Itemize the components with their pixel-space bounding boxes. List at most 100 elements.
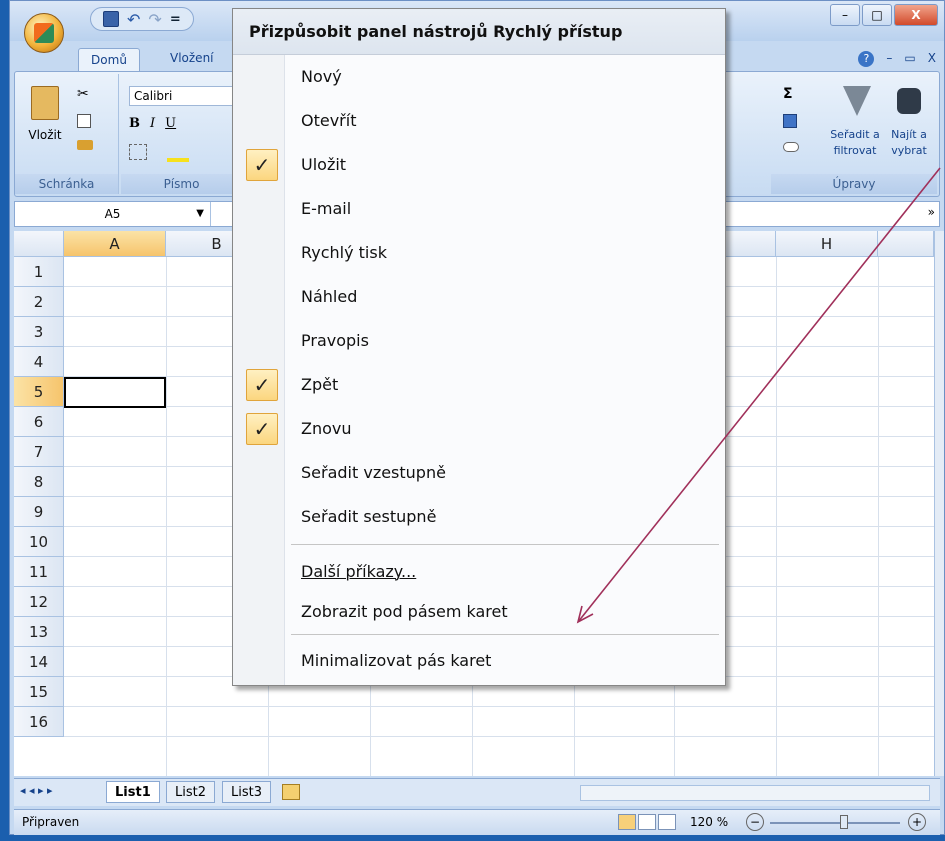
binoculars-icon — [897, 88, 921, 114]
row-header[interactable]: 3 — [14, 317, 64, 347]
menu-item[interactable]: Seřadit vzestupně — [233, 453, 725, 493]
redo-icon[interactable]: ↷ — [148, 10, 161, 29]
sheet-tab-list1[interactable]: List1 — [106, 781, 160, 803]
view-buttons — [618, 814, 676, 830]
insert-sheet-icon[interactable] — [282, 784, 300, 800]
help-icon[interactable]: ? — [858, 51, 875, 67]
font-name-box[interactable]: Calibri — [129, 86, 239, 106]
menu-item[interactable]: Rychlý tisk — [233, 233, 725, 273]
sheet-nav-buttons[interactable]: ◂ ◂ ▸ ▸ — [20, 784, 53, 797]
row-header[interactable]: 14 — [14, 647, 64, 677]
zoom-slider[interactable] — [770, 822, 900, 824]
menu-item[interactable]: ✓ Znovu — [233, 409, 725, 449]
zoom-out-button[interactable]: − — [746, 813, 764, 831]
maximize-button[interactable]: □ — [862, 4, 892, 26]
bold-button[interactable]: B — [129, 116, 140, 131]
menu-item[interactable]: Otevřít — [233, 101, 725, 141]
menu-item-label: Nový — [301, 67, 342, 86]
row-header[interactable]: 10 — [14, 527, 64, 557]
gridline — [776, 257, 777, 776]
customize-qat-button[interactable]: = — [170, 12, 181, 27]
menu-item-minimize-ribbon[interactable]: Minimalizovat pás karet — [233, 641, 725, 681]
row-header[interactable]: 11 — [14, 557, 64, 587]
menu-item-label: Minimalizovat pás karet — [301, 651, 492, 670]
italic-button[interactable]: I — [150, 116, 155, 131]
row-header[interactable]: 16 — [14, 707, 64, 737]
menu-item-label: Zpět — [301, 375, 339, 394]
sheet-tab-bar: ◂ ◂ ▸ ▸ List1 List2 List3 — [14, 778, 940, 806]
row-header[interactable]: 15 — [14, 677, 64, 707]
menu-item[interactable]: ✓ Zpět — [233, 365, 725, 405]
workbook-minimize-button[interactable]: – — [886, 51, 892, 67]
name-box[interactable]: A5 ▼ — [15, 202, 211, 226]
format-painter-icon[interactable] — [77, 140, 93, 150]
minimize-button[interactable]: – — [830, 4, 860, 26]
expand-formula-icon[interactable]: » — [928, 205, 935, 219]
row-header[interactable]: 9 — [14, 497, 64, 527]
row-header[interactable]: 13 — [14, 617, 64, 647]
office-button[interactable] — [24, 13, 64, 53]
menu-item[interactable]: Seřadit sestupně — [233, 497, 725, 537]
menu-item-more-commands[interactable]: Další příkazy... — [233, 552, 725, 592]
row-header[interactable]: 8 — [14, 467, 64, 497]
underline-button[interactable]: U — [165, 116, 176, 131]
zoom-level[interactable]: 120 % — [690, 815, 728, 829]
close-button[interactable]: X — [894, 4, 938, 26]
row-header[interactable]: 12 — [14, 587, 64, 617]
menu-item[interactable]: ✓ Uložit — [233, 145, 725, 185]
copy-icon[interactable] — [77, 114, 91, 128]
cut-icon[interactable]: ✂ — [77, 86, 89, 102]
checkmark-icon: ✓ — [246, 149, 278, 181]
active-cell[interactable] — [64, 377, 166, 408]
fill-icon[interactable] — [783, 114, 797, 128]
name-box-dropdown-icon[interactable]: ▼ — [196, 202, 204, 226]
sheet-tab-list2[interactable]: List2 — [166, 781, 215, 803]
font-format-buttons: B I U — [129, 116, 176, 131]
sort-filter-icon — [843, 86, 871, 116]
column-header-h[interactable]: H — [776, 231, 878, 257]
normal-view-icon[interactable] — [618, 814, 636, 830]
horizontal-scrollbar[interactable] — [580, 785, 930, 801]
paste-button[interactable]: Vložit — [21, 84, 69, 162]
column-header-a[interactable]: A — [64, 231, 166, 257]
menu-item[interactable]: Pravopis — [233, 321, 725, 361]
column-header-i[interactable] — [878, 231, 934, 257]
workbook-close-button[interactable]: X — [928, 51, 936, 67]
office-logo-icon — [34, 23, 54, 43]
borders-icon[interactable] — [129, 144, 147, 160]
menu-item[interactable]: Náhled — [233, 277, 725, 317]
tab-insert[interactable]: Vložení — [170, 51, 214, 65]
menu-item-label: Uložit — [301, 155, 347, 174]
zoom-slider-thumb[interactable] — [840, 815, 848, 829]
page-break-view-icon[interactable] — [658, 814, 676, 830]
select-all-corner[interactable] — [14, 231, 64, 257]
vertical-scrollbar[interactable] — [934, 231, 944, 776]
gridline — [166, 257, 167, 776]
sheet-tab-list3[interactable]: List3 — [222, 781, 271, 803]
sort-filter-button[interactable]: Seřadit a filtrovat — [825, 82, 885, 174]
sort-label-1: Seřadit a — [830, 128, 880, 141]
fill-color-icon[interactable] — [167, 144, 189, 162]
workbook-restore-button[interactable]: ▭ — [904, 51, 915, 67]
row-header[interactable]: 5 — [14, 377, 64, 407]
row-header[interactable]: 2 — [14, 287, 64, 317]
menu-item[interactable]: Nový — [233, 57, 725, 97]
row-header[interactable]: 4 — [14, 347, 64, 377]
zoom-in-button[interactable]: + — [908, 813, 926, 831]
menu-item-label: Zobrazit pod pásem karet — [301, 602, 508, 621]
undo-icon[interactable]: ↶ — [127, 10, 140, 29]
autosum-icon[interactable]: Σ — [783, 86, 793, 102]
font-group: Calibri B I U Písmo — [121, 74, 243, 194]
menu-item-show-below-ribbon[interactable]: Zobrazit pod pásem karet — [233, 592, 725, 632]
clear-icon[interactable] — [783, 142, 799, 152]
save-icon[interactable] — [103, 11, 119, 27]
menu-item[interactable]: E-mail — [233, 189, 725, 229]
tab-home[interactable]: Domů — [78, 48, 140, 72]
find-select-button[interactable]: Najít a vybrat — [885, 82, 933, 174]
page-layout-view-icon[interactable] — [638, 814, 656, 830]
editing-group-label: Úpravy — [771, 174, 937, 194]
row-header[interactable]: 6 — [14, 407, 64, 437]
row-header[interactable]: 7 — [14, 437, 64, 467]
row-header[interactable]: 1 — [14, 257, 64, 287]
formula-input[interactable] — [735, 202, 915, 226]
